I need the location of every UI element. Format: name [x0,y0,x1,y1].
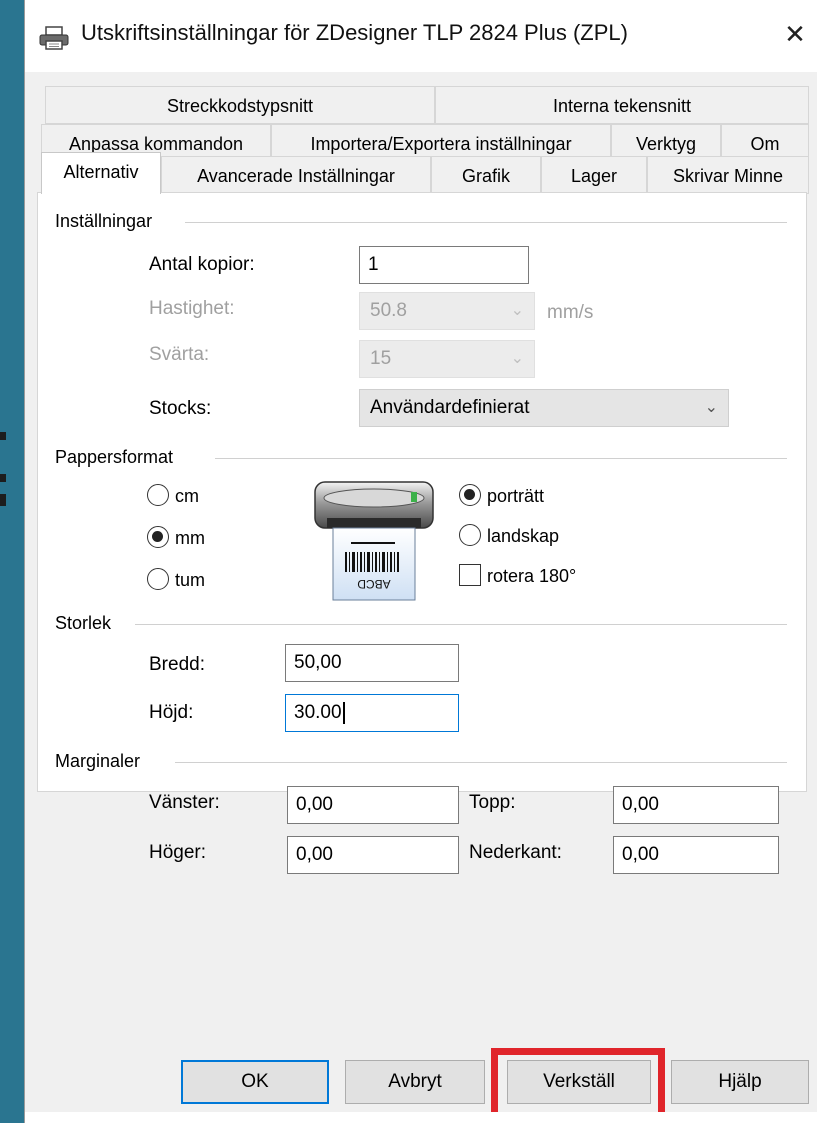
unit-mm-label: mm [175,528,205,548]
width-input[interactable]: 50,00 [285,644,459,682]
copies-label: Antal kopior: [149,254,255,275]
margin-top-input[interactable]: 0,00 [613,786,779,824]
bottom-edge [25,1112,817,1123]
darkness-select[interactable]: 15 ⌄ [359,340,535,378]
margins-group-label: Marginaler [55,751,147,772]
group-divider [175,762,787,763]
tab-printer-memory[interactable]: Skrivar Minne [647,156,809,194]
darkness-value: 15 [370,348,392,369]
stocks-select[interactable]: Användardefinierat ⌄ [359,389,729,427]
tab-internal-fonts[interactable]: Interna tekensnitt [435,86,809,124]
tab-graphics[interactable]: Grafik [431,156,541,194]
desktop-background [0,0,24,1123]
landscape-label: landskap [487,526,560,546]
tab-layers[interactable]: Lager [541,156,647,194]
height-label: Höjd: [149,702,194,723]
unit-tum-radio[interactable] [147,568,169,590]
settings-group-label: Inställningar [55,211,159,232]
ok-button[interactable]: OK [181,1060,329,1104]
printer-icon [39,26,69,50]
help-button[interactable]: Hjälp [671,1060,809,1104]
unit-tum-label: tum [175,570,206,590]
window-title: Utskriftsinställningar för ZDesigner TLP… [81,20,628,45]
tab-options[interactable]: Alternativ [41,152,161,194]
speed-select[interactable]: 50.8 ⌄ [359,292,535,330]
width-label: Bredd: [149,654,205,675]
paper-format-group-label: Pappersformat [55,447,180,468]
speed-unit: mm/s [547,302,594,323]
text-caret [342,701,345,724]
unit-cm-radio[interactable] [147,484,169,506]
darkness-label: Svärta: [149,344,210,365]
title-bar: Utskriftsinställningar för ZDesigner TLP… [25,0,817,72]
margin-right-label: Höger: [149,842,207,863]
group-divider [185,222,787,223]
close-button[interactable]: ✕ [777,16,813,52]
tab-barcode-fonts[interactable]: Streckkodstypsnitt [45,86,435,124]
stocks-label: Stocks: [149,398,212,419]
unit-mm-radio[interactable] [147,526,169,548]
group-divider [135,624,787,625]
margin-bottom-input[interactable]: 0,00 [613,836,779,874]
margin-left-input[interactable]: 0,00 [287,786,459,824]
portrait-radio[interactable] [459,484,481,506]
background-fragment [0,432,6,440]
copies-input[interactable]: 1 [359,246,529,284]
rotate-180-checkbox[interactable] [459,564,481,586]
background-fragment [0,494,6,506]
rotate-180-label: rotera 180° [487,566,577,586]
cancel-button[interactable]: Avbryt [345,1060,485,1104]
size-group-label: Storlek [55,613,118,634]
label-sample-text: ABCD [357,577,391,591]
printing-preferences-dialog: Utskriftsinställningar för ZDesigner TLP… [24,0,817,1123]
speed-value: 50.8 [370,300,407,321]
speed-label: Hastighet: [149,298,235,319]
landscape-radio[interactable] [459,524,481,546]
margin-left-label: Vänster: [149,792,220,813]
margin-top-label: Topp: [469,792,516,813]
group-divider [215,458,787,459]
label-printer-illustration: ABCD [314,481,434,601]
height-input[interactable]: 30.00 [285,694,459,732]
background-fragment [0,474,6,482]
chevron-down-icon: ⌄ [704,399,718,416]
stocks-value: Användardefinierat [370,397,530,418]
margin-right-input[interactable]: 0,00 [287,836,459,874]
chevron-down-icon: ⌄ [510,350,524,367]
chevron-down-icon: ⌄ [510,302,524,319]
unit-cm-label: cm [175,486,199,506]
margin-bottom-label: Nederkant: [469,842,562,863]
portrait-label: porträtt [487,486,545,506]
height-value: 30.00 [294,702,342,723]
tab-advanced-settings[interactable]: Avancerade Inställningar [161,156,431,194]
